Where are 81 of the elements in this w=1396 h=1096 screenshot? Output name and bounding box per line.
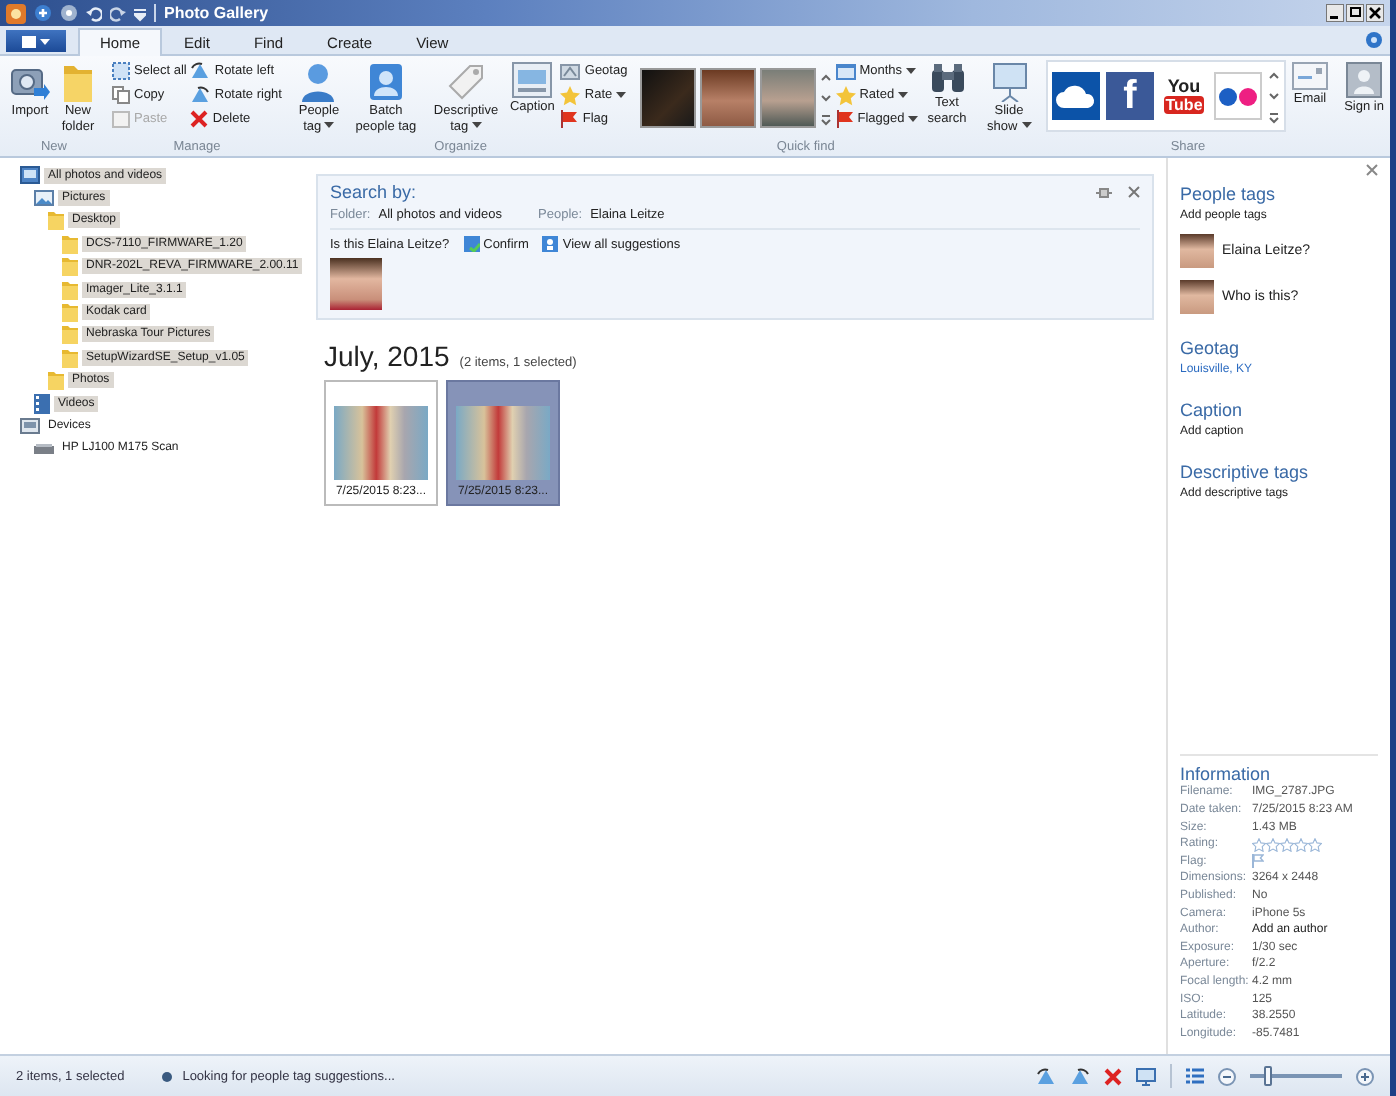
tag-icon xyxy=(445,62,486,102)
photo-placeholder xyxy=(334,406,428,480)
caret-icon xyxy=(324,122,335,129)
star-rating[interactable] xyxy=(1252,837,1322,852)
person-icon xyxy=(302,62,335,102)
monitor-icon[interactable] xyxy=(1136,1067,1156,1085)
maximize-icon[interactable] xyxy=(1346,4,1364,22)
envelope-icon xyxy=(1292,62,1329,90)
devices-icon xyxy=(20,417,40,434)
picture-caption-icon xyxy=(512,62,553,98)
section-title: Descriptive tags xyxy=(1180,462,1309,482)
file-menu-button[interactable] xyxy=(6,30,66,52)
photo-placeholder xyxy=(1180,280,1214,314)
section-title: Caption xyxy=(1180,400,1243,420)
logo-text: Tube xyxy=(1163,96,1205,114)
menu-icon xyxy=(22,35,50,47)
two-dots-icon xyxy=(1218,87,1259,105)
rotate-left-icon xyxy=(190,62,211,80)
photo-placeholder xyxy=(1180,234,1214,268)
zoom-in-icon[interactable] xyxy=(1356,1067,1374,1085)
person-card-icon xyxy=(367,62,404,102)
customize-icon[interactable] xyxy=(134,5,146,21)
logo-text: You xyxy=(1167,78,1201,96)
flag-icon xyxy=(560,110,579,128)
calendar-icon xyxy=(835,63,856,79)
person-icon xyxy=(1346,62,1383,98)
folder-icon xyxy=(62,62,94,102)
film-icon xyxy=(34,393,50,414)
caret-icon xyxy=(905,67,916,74)
zoom-out-icon[interactable] xyxy=(1218,1067,1236,1085)
undo-icon[interactable] xyxy=(86,5,102,21)
minimize-icon[interactable] xyxy=(1326,4,1344,22)
caret-icon xyxy=(908,115,919,122)
photo-placeholder[interactable] xyxy=(759,68,816,128)
app-icon xyxy=(6,3,26,23)
projector-screen-icon xyxy=(991,62,1028,102)
binoculars-icon xyxy=(929,62,966,94)
photo-placeholder[interactable] xyxy=(639,68,696,128)
dot-icon xyxy=(162,1071,173,1081)
caret-icon xyxy=(897,91,908,98)
rotate-right-icon xyxy=(190,86,211,104)
redo-icon[interactable] xyxy=(110,5,126,21)
star-icon xyxy=(835,85,856,105)
search-title: Search by: xyxy=(330,182,417,202)
window-title: Photo Gallery xyxy=(164,4,269,22)
help-icon[interactable] xyxy=(1366,32,1382,48)
photo-placeholder xyxy=(456,406,550,480)
rotate-left-icon[interactable] xyxy=(1036,1067,1056,1085)
slider-thumb[interactable] xyxy=(1264,1066,1273,1086)
section-title: Geotag xyxy=(1180,338,1240,358)
section-title: Information xyxy=(1180,764,1273,785)
photo-library-icon xyxy=(20,166,40,185)
close-icon[interactable] xyxy=(1366,4,1384,22)
caret-icon xyxy=(1021,122,1031,129)
pictures-icon xyxy=(34,190,54,207)
flickr-button[interactable] xyxy=(1214,72,1263,120)
rotate-right-icon[interactable] xyxy=(1070,1067,1090,1085)
caret-icon xyxy=(615,91,626,98)
select-all-icon xyxy=(112,62,130,80)
photo-placeholder[interactable] xyxy=(699,68,756,128)
caret-icon xyxy=(471,122,482,129)
details-view-icon[interactable] xyxy=(1186,1067,1204,1085)
flag-icon xyxy=(835,110,854,128)
facebook-button[interactable]: f xyxy=(1106,72,1155,120)
delete-icon[interactable] xyxy=(1104,1067,1122,1085)
map-icon xyxy=(560,63,581,79)
person-icon xyxy=(542,236,559,252)
person-check-icon xyxy=(463,236,480,252)
star-icon xyxy=(560,85,581,105)
paste-icon xyxy=(112,110,130,128)
photo-placeholder[interactable] xyxy=(330,258,382,310)
pin-icon[interactable] xyxy=(1096,187,1112,197)
save-icon[interactable] xyxy=(34,4,52,22)
cloud-share-button[interactable] xyxy=(1052,72,1101,120)
section-title: People tags xyxy=(1180,184,1276,204)
copy-icon xyxy=(112,86,130,104)
scanner-icon xyxy=(34,443,54,454)
delete-icon xyxy=(190,110,209,128)
properties-icon[interactable] xyxy=(60,4,78,22)
group-title: July, 2015 xyxy=(324,340,450,372)
cloud-icon xyxy=(1056,84,1097,108)
